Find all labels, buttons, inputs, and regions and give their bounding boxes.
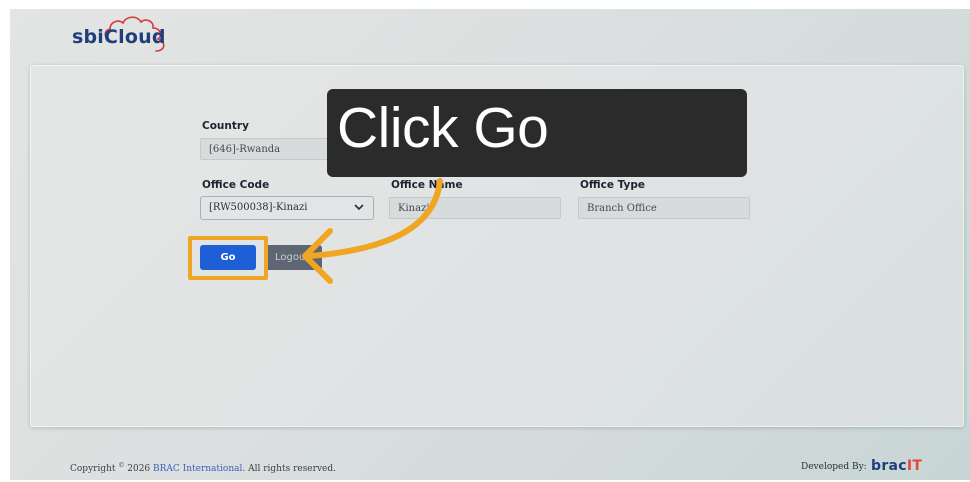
office-type-field: Branch Office	[578, 197, 750, 219]
bracit-logo-it: IT	[906, 458, 923, 474]
developed-by-text: Developed By:	[801, 462, 867, 472]
office-code-select[interactable]: [RW500038]-Kinazi	[200, 196, 374, 220]
office-name-field: Kinazi	[389, 197, 561, 219]
sbicloud-logo: sbiCloud	[72, 13, 182, 53]
bracit-logo-main: brac	[871, 458, 907, 474]
country-field: [646]-Rwanda	[200, 138, 330, 160]
country-label: Country	[202, 120, 249, 132]
instruction-text: Click Go	[337, 96, 549, 160]
copyright-suffix: . All rights reserved.	[242, 464, 336, 474]
logout-button[interactable]: Logout	[266, 245, 322, 270]
chevron-down-icon	[354, 204, 364, 211]
copyright-prefix: Copyright	[70, 464, 116, 474]
app-screen: sbiCloud Country [646]-Rwanda Office Cod…	[10, 9, 970, 480]
instruction-callout: Click Go	[327, 89, 747, 177]
office-name-label: Office Name	[391, 179, 463, 191]
office-code-value: [RW500038]-Kinazi	[209, 202, 308, 213]
copyright-year: 2026	[124, 464, 154, 474]
office-type-label: Office Type	[580, 179, 646, 191]
go-button[interactable]: Go	[200, 245, 256, 270]
company-link[interactable]: BRAC International	[153, 464, 242, 474]
office-code-label: Office Code	[202, 179, 270, 191]
copyright-text: Copyright © 2026 BRAC International. All…	[70, 462, 336, 474]
bracit-logo: bracIT	[871, 458, 922, 474]
logo-text: sbiCloud	[72, 26, 166, 48]
